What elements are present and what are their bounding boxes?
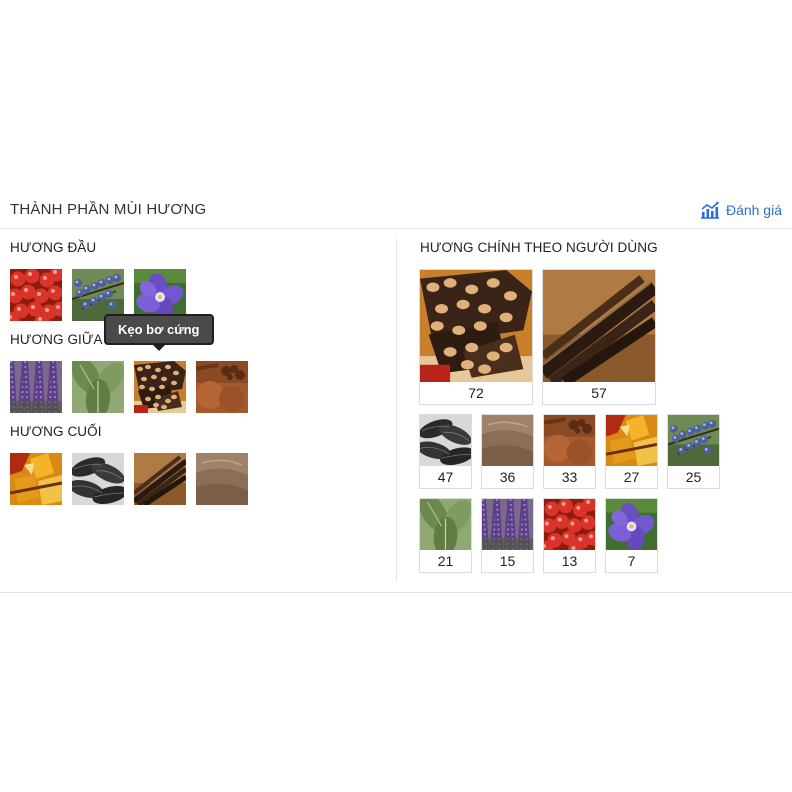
user-note-card[interactable]: 36 <box>481 414 534 489</box>
vote-count: 13 <box>561 553 578 569</box>
purple-flower-icon <box>606 499 657 550</box>
red-berries-icon[interactable] <box>10 269 62 321</box>
user-note-card[interactable]: 25 <box>667 414 720 489</box>
user-note-card[interactable]: 47 <box>419 414 472 489</box>
user-note-card[interactable]: 7 <box>605 498 658 573</box>
vote-count: 57 <box>591 385 607 401</box>
user-note-card[interactable]: 27 <box>605 414 658 489</box>
top-notes-label: HƯƠNG ĐẦU <box>10 240 97 255</box>
panel-title: THÀNH PHẦN MÙI HƯƠNG <box>10 201 207 218</box>
sage-leaves-icon[interactable] <box>72 361 124 413</box>
chart-icon <box>700 201 719 219</box>
suede-leather-icon <box>482 415 533 466</box>
note-tooltip: Kẹo bơ cứng <box>104 314 214 345</box>
column-divider <box>396 239 397 581</box>
user-note-card[interactable]: 57 <box>542 269 656 405</box>
vote-count: 21 <box>437 553 454 569</box>
user-note-card[interactable]: 72 <box>419 269 533 405</box>
vote-count: 47 <box>437 469 454 485</box>
user-note-card[interactable]: 33 <box>543 414 596 489</box>
user-notes-label: HƯƠNG CHÍNH THEO NGƯỜI DÙNG <box>420 240 658 255</box>
cinnamon-spice-icon[interactable] <box>196 361 248 413</box>
nut-brittle-icon <box>420 270 532 382</box>
sage-leaves-icon <box>420 499 471 550</box>
amber-resin-icon[interactable] <box>10 453 62 505</box>
vote-count: 36 <box>499 469 516 485</box>
lavender-icon[interactable] <box>10 361 62 413</box>
vote-count: 27 <box>623 469 640 485</box>
panel-header: THÀNH PHẦN MÙI HƯƠNG Đánh giá <box>0 190 792 229</box>
vote-count: 15 <box>499 553 516 569</box>
user-note-card[interactable]: 15 <box>481 498 534 573</box>
user-note-card[interactable]: 13 <box>543 498 596 573</box>
vote-count: 7 <box>627 553 636 569</box>
rate-link-label[interactable]: Đánh giá <box>726 202 782 218</box>
blueberry-branch-icon <box>668 415 719 466</box>
nut-brittle-icon[interactable] <box>134 361 186 413</box>
red-berries-icon <box>544 499 595 550</box>
middle-notes-label: HƯƠNG GIỮA <box>10 332 103 347</box>
vote-count: 33 <box>561 469 578 485</box>
vanilla-pod-icon[interactable] <box>134 453 186 505</box>
vote-count: 25 <box>685 469 702 485</box>
vote-count: 72 <box>468 385 484 401</box>
tonka-bean-icon <box>420 415 471 466</box>
user-note-card[interactable]: 21 <box>419 498 472 573</box>
amber-resin-icon <box>606 415 657 466</box>
suede-leather-icon[interactable] <box>196 453 248 505</box>
rate-link[interactable]: Đánh giá <box>700 201 782 219</box>
tonka-bean-icon[interactable] <box>72 453 124 505</box>
lavender-icon <box>482 499 533 550</box>
cinnamon-spice-icon <box>544 415 595 466</box>
vanilla-pod-icon <box>543 270 655 382</box>
base-notes-label: HƯƠNG CUỐI <box>10 424 102 439</box>
